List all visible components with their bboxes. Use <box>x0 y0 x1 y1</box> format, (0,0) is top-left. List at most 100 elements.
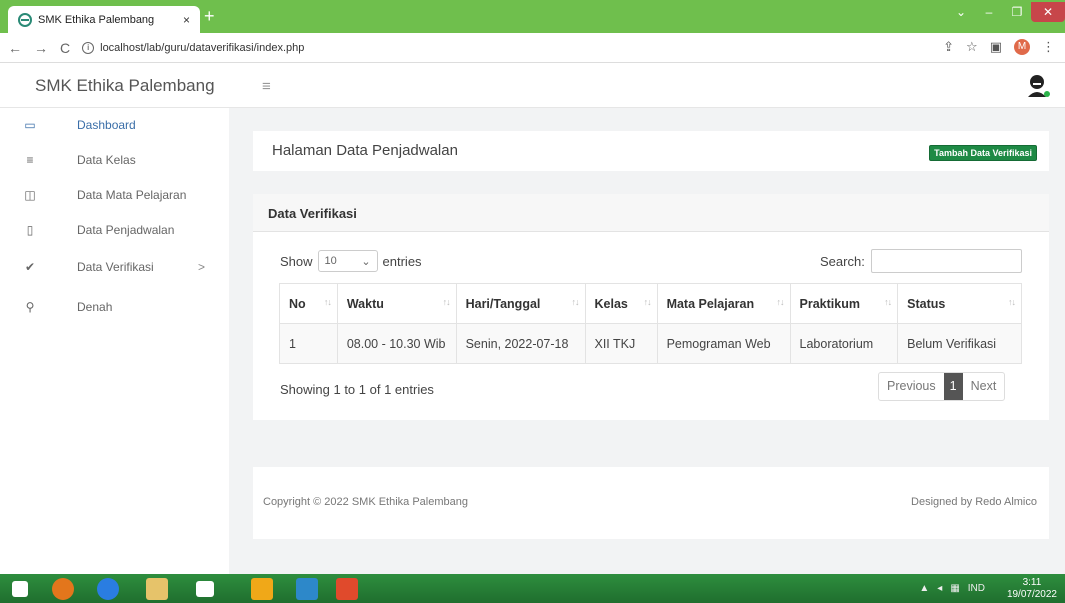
sidebar-item-label: Data Mata Pelajaran <box>77 188 187 202</box>
page-header-card: Halaman Data Penjadwalan Tambah Data Ver… <box>253 131 1049 171</box>
url-field[interactable]: i localhost/lab/guru/dataverifikasi/inde… <box>82 41 305 54</box>
search-input[interactable] <box>870 249 1022 273</box>
entries-select[interactable]: 10 ⌄ <box>317 250 378 272</box>
language-indicator[interactable]: IND <box>968 583 985 594</box>
sidebar-item-label: Data Penjadwalan <box>77 223 175 237</box>
verification-table: No ↑↓ Waktu ↑↓ Hari/Tanggal ↑↓ Kelas ↑↓ Mata… <box>279 283 1022 364</box>
map-pin-icon: ⚲ <box>25 300 35 314</box>
firefox-icon[interactable] <box>52 578 74 600</box>
xampp-icon[interactable] <box>336 578 358 600</box>
entries-select-value: 10 <box>324 255 337 267</box>
network-icon[interactable]: ▦ <box>950 583 959 594</box>
tab-close-icon[interactable]: × <box>183 13 190 27</box>
cell-hari-tanggal: Senin, 2022-07-18 <box>455 323 586 364</box>
file-explorer-icon[interactable] <box>146 578 168 600</box>
side-panel-icon[interactable]: ▣ <box>990 39 1002 55</box>
entries-label: entries <box>382 253 422 269</box>
volume-icon[interactable]: ◂ <box>937 583 942 594</box>
windows-start-icon[interactable] <box>12 581 28 597</box>
chevron-right-icon: > <box>198 260 206 274</box>
site-favicon-icon <box>18 12 32 27</box>
bookmark-star-icon[interactable]: ☆ <box>966 39 978 55</box>
address-bar: ← → C i localhost/lab/guru/dataverifikas… <box>0 33 1065 63</box>
sort-icon: ↑↓ <box>776 297 785 307</box>
sidebar-item-data-verifikasi[interactable]: ✔ Data Verifikasi > <box>0 250 229 284</box>
window-controls: ⌄ – ❐ ✕ <box>947 0 1065 24</box>
os-taskbar: ▲ ◂ ▦ IND 3:11 19/07/2022 <box>0 574 1065 603</box>
cell-waktu: 08.00 - 10.30 Wib <box>336 323 457 364</box>
tab-title: SMK Ethika Palembang <box>38 13 155 26</box>
add-verification-button[interactable]: Tambah Data Verifikasi <box>929 145 1037 161</box>
hamburger-menu-icon[interactable]: ≡ <box>262 78 271 95</box>
tray-arrow-icon[interactable]: ▲ <box>919 583 929 594</box>
cell-mata-pelajaran: Pemograman Web <box>656 323 791 364</box>
clock-time: 3:11 <box>1022 577 1042 588</box>
list-icon: ≡ <box>26 153 34 167</box>
copyright-text: Copyright © 2022 SMK Ethika Palembang <box>263 496 468 508</box>
minimize-button[interactable]: – <box>975 5 1003 19</box>
sort-icon: ↑↓ <box>1008 297 1016 307</box>
card-title: Data Verifikasi <box>268 206 357 221</box>
card-header: Data Verifikasi <box>253 194 1049 232</box>
share-icon[interactable]: ⇪ <box>943 39 954 55</box>
home-icon[interactable] <box>196 581 214 597</box>
check-icon: ✔ <box>24 260 36 274</box>
top-navbar: SMK Ethika Palembang ≡ <box>0 63 1065 108</box>
sort-icon: ↑↓ <box>442 297 451 307</box>
table-search: Search: <box>820 249 1022 273</box>
column-header-praktikum[interactable]: Praktikum ↑↓ <box>789 283 899 324</box>
sidebar-item-data-kelas[interactable]: ≡ Data Kelas <box>0 143 229 177</box>
brand-title[interactable]: SMK Ethika Palembang <box>35 76 215 96</box>
sidebar-item-dashboard[interactable]: ▭ Dashboard <box>0 108 229 142</box>
new-tab-button[interactable]: + <box>204 7 215 25</box>
notes-app-icon[interactable] <box>251 578 273 600</box>
cell-kelas: XII TKJ <box>584 323 658 364</box>
table-row: 1 08.00 - 10.30 Wib Senin, 2022-07-18 XI… <box>279 323 1022 364</box>
laptop-icon: ▭ <box>24 118 36 132</box>
browser-menu-icon[interactable]: ⋮ <box>1042 39 1055 55</box>
chrome-icon[interactable] <box>97 578 119 600</box>
column-header-no[interactable]: No ↑↓ <box>279 283 338 324</box>
next-page-button[interactable]: Next <box>963 373 1005 400</box>
previous-page-button[interactable]: Previous <box>879 373 944 400</box>
search-label: Search: <box>820 253 865 269</box>
sidebar-item-data-mata-pelajaran[interactable]: ◫ Data Mata Pelajaran <box>0 178 229 212</box>
sidebar: ▭ Dashboard ≡ Data Kelas ◫ Data Mata Pel… <box>0 108 229 574</box>
system-clock[interactable]: 3:11 19/07/2022 <box>1007 577 1057 601</box>
restore-button[interactable]: ❐ <box>1003 5 1031 19</box>
table-info: Showing 1 to 1 of 1 entries <box>280 382 434 397</box>
designed-by-text: Designed by Redo Almico <box>911 496 1037 508</box>
media-app-icon[interactable] <box>296 578 318 600</box>
data-verifikasi-card: Data Verifikasi Show 10 ⌄ entries Search… <box>253 194 1049 420</box>
browser-actions: ⇪ ☆ ▣ M ⋮ <box>943 39 1055 55</box>
tab-search-chevron-icon[interactable]: ⌄ <box>947 5 975 19</box>
table-header-row: No ↑↓ Waktu ↑↓ Hari/Tanggal ↑↓ Kelas ↑↓ Mata… <box>279 283 1022 324</box>
sidebar-item-label: Denah <box>77 300 113 314</box>
sidebar-item-data-penjadwalan[interactable]: ▯ Data Penjadwalan <box>0 213 229 247</box>
user-avatar-icon[interactable] <box>1025 73 1051 99</box>
sidebar-item-label: Data Verifikasi <box>77 260 154 274</box>
cell-status: Belum Verifikasi <box>897 323 1022 364</box>
column-header-mata-pelajaran[interactable]: Mata Pelajaran ↑↓ <box>656 283 791 324</box>
back-arrow-icon[interactable]: ← <box>8 40 22 56</box>
profile-avatar[interactable]: M <box>1014 39 1030 55</box>
column-header-hari-tanggal[interactable]: Hari/Tanggal ↑↓ <box>455 283 586 324</box>
url-text: localhost/lab/guru/dataverifikasi/index.… <box>100 41 305 54</box>
site-info-icon[interactable]: i <box>82 41 95 54</box>
browser-tab[interactable]: SMK Ethika Palembang × <box>8 6 200 33</box>
cell-praktikum: Laboratorium <box>789 323 899 364</box>
page-title: Halaman Data Penjadwalan <box>272 142 458 159</box>
forward-arrow-icon[interactable]: → <box>34 40 48 56</box>
sidebar-item-denah[interactable]: ⚲ Denah <box>0 290 229 324</box>
book-icon: ◫ <box>24 188 36 202</box>
page-1-button[interactable]: 1 <box>943 373 963 400</box>
window-close-button[interactable]: ✕ <box>1031 2 1065 22</box>
reload-icon[interactable]: C <box>60 40 70 56</box>
column-header-waktu[interactable]: Waktu ↑↓ <box>336 283 457 324</box>
system-tray: ▲ ◂ ▦ IND <box>919 583 985 594</box>
column-header-kelas[interactable]: Kelas ↑↓ <box>584 283 658 324</box>
browser-tabbar: SMK Ethika Palembang × + ⌄ – ❐ ✕ <box>0 0 1065 33</box>
sidebar-item-label: Data Kelas <box>77 153 136 167</box>
column-header-status[interactable]: Status ↑↓ <box>897 283 1022 324</box>
sidebar-item-label: Dashboard <box>77 118 136 132</box>
